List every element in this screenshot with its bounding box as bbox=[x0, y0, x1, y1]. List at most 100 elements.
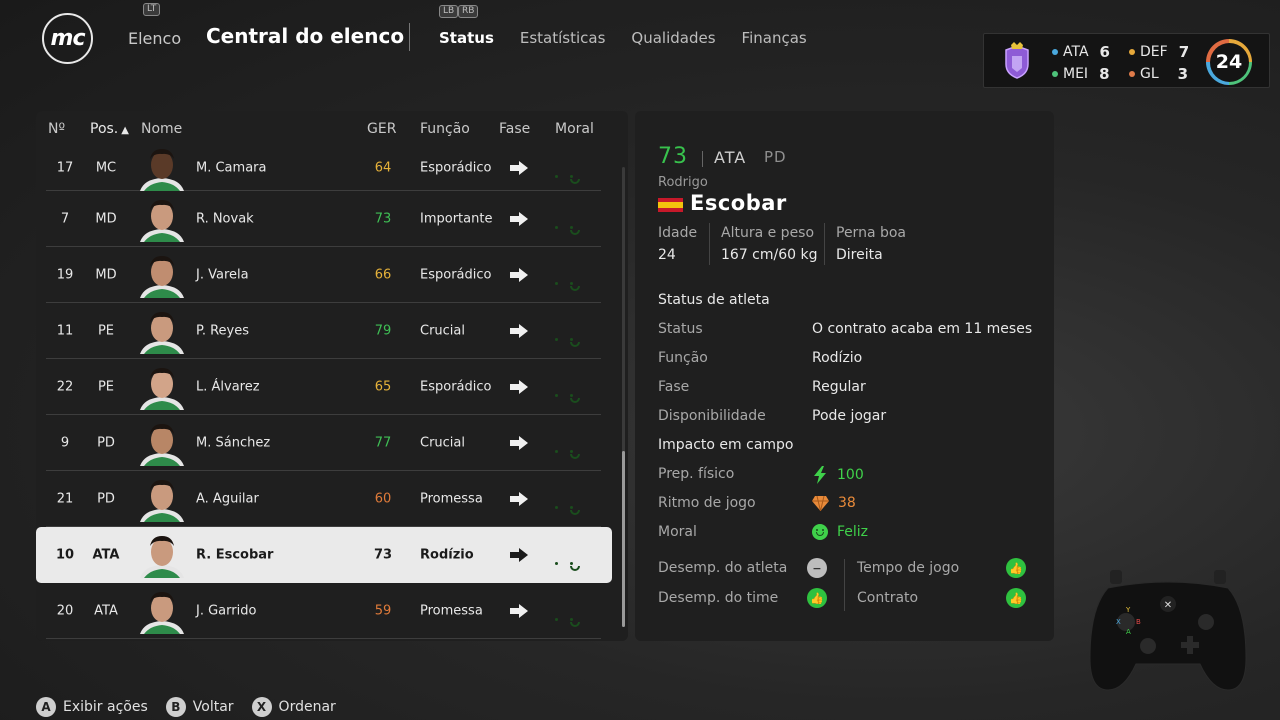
player-row[interactable]: 19 MD J. Varela 66 Esporádico bbox=[46, 247, 601, 303]
athlete-status-title: Status de atleta bbox=[658, 292, 770, 308]
playtime-label: Tempo de jogo bbox=[857, 560, 960, 576]
svg-text:✕: ✕ bbox=[1164, 600, 1172, 611]
player-name: L. Álvarez bbox=[196, 379, 260, 394]
form-label: Fase bbox=[658, 379, 690, 395]
player-position: ATA bbox=[94, 603, 118, 618]
player-position: ATA bbox=[92, 547, 120, 563]
player-face-icon bbox=[140, 311, 184, 354]
player-name: A. Aguilar bbox=[196, 491, 259, 506]
ata-dot-icon bbox=[1052, 49, 1058, 55]
list-scroll-thumb[interactable] bbox=[622, 451, 625, 627]
bio-divider bbox=[824, 223, 825, 265]
player-role: Esporádico bbox=[420, 160, 492, 175]
form-value: Regular bbox=[812, 379, 866, 395]
mei-dot-icon bbox=[1052, 71, 1058, 77]
player-position: MD bbox=[95, 211, 117, 226]
thumbs-up-icon: 👍 bbox=[1006, 588, 1026, 608]
tab-bar: Status Estatísticas Qualidades Finanças bbox=[439, 29, 807, 47]
player-name: J. Garrido bbox=[196, 603, 257, 618]
player-ovr: 73 bbox=[374, 211, 392, 226]
spain-flag-icon bbox=[658, 198, 683, 212]
action-exibir-acoes[interactable]: A Exibir ações bbox=[36, 697, 148, 717]
player-role: Promessa bbox=[420, 603, 483, 618]
morale-label: Moral bbox=[658, 524, 697, 540]
col-name[interactable]: Nome bbox=[141, 121, 182, 137]
fitness-label: Prep. físico bbox=[658, 466, 735, 482]
tab-status[interactable]: Status bbox=[439, 29, 494, 47]
arrow-right-icon bbox=[510, 435, 528, 450]
col-pos[interactable]: Pos. ▲ bbox=[90, 121, 129, 137]
morale-value: Feliz bbox=[837, 524, 869, 540]
age-label: Idade bbox=[658, 225, 698, 241]
player-role: Importante bbox=[420, 211, 493, 226]
col-funcao[interactable]: Função bbox=[420, 121, 470, 137]
hw-label: Altura e peso bbox=[721, 225, 815, 241]
player-number: 19 bbox=[56, 267, 74, 282]
col-fase[interactable]: Fase bbox=[499, 121, 530, 137]
mc-logo: mc bbox=[42, 13, 93, 64]
role-label: Função bbox=[658, 350, 708, 366]
player-name: M. Sánchez bbox=[196, 435, 271, 450]
sharpness-label: Ritmo de jogo bbox=[658, 495, 756, 511]
count-def-value: 7 bbox=[1178, 43, 1190, 61]
list-header: Nº Pos. ▲ Nome GER Função Fase Moral bbox=[36, 111, 628, 145]
b-button-icon: B bbox=[165, 697, 186, 717]
player-face-icon bbox=[140, 479, 184, 522]
bio-foot: Perna boa Direita bbox=[836, 225, 906, 263]
count-gl-label: GL bbox=[1140, 66, 1159, 82]
tab-qualidades[interactable]: Qualidades bbox=[631, 29, 715, 47]
player-ovr: 66 bbox=[374, 267, 392, 282]
action-label: Ordenar bbox=[278, 699, 336, 715]
tab-financas[interactable]: Finanças bbox=[742, 29, 807, 47]
perf-athlete-label: Desemp. do atleta bbox=[658, 560, 788, 576]
col-ger[interactable]: GER bbox=[367, 121, 396, 137]
player-role: Crucial bbox=[420, 435, 465, 450]
player-position: PD bbox=[97, 491, 115, 506]
player-role: Rodízio bbox=[420, 547, 474, 563]
player-row[interactable]: 17 MC M. Camara 64 Esporádico bbox=[46, 145, 601, 191]
fitness-value: 100 bbox=[837, 467, 864, 483]
xbox-controller-icon: ✕ Y X B A bbox=[1089, 570, 1247, 691]
thumbs-up-icon: 👍 bbox=[807, 588, 827, 608]
player-number: 21 bbox=[56, 491, 74, 506]
player-row[interactable]: 10 ATA R. Escobar 73 Rodízio bbox=[36, 527, 612, 583]
status-label: Status bbox=[658, 321, 703, 337]
arrow-right-icon bbox=[510, 603, 528, 618]
action-ordenar[interactable]: X Ordenar bbox=[251, 697, 336, 717]
player-ovr: 77 bbox=[374, 435, 392, 450]
arrow-right-icon bbox=[510, 160, 528, 175]
squad-total: 24 bbox=[1209, 42, 1249, 82]
player-row[interactable]: 22 PE L. Álvarez 65 Esporádico bbox=[46, 359, 601, 415]
player-row[interactable]: 20 ATA J. Garrido 59 Promessa bbox=[46, 583, 601, 639]
player-row[interactable]: 7 MD R. Novak 73 Importante bbox=[46, 191, 601, 247]
player-row[interactable]: 9 PD M. Sánchez 77 Crucial bbox=[46, 415, 601, 471]
sharpness-row: 38 bbox=[812, 495, 856, 511]
footer-actions: A Exibir ações B Voltar X Ordenar bbox=[36, 697, 344, 717]
impact-title: Impacto em campo bbox=[658, 437, 794, 453]
player-name: J. Varela bbox=[196, 267, 249, 282]
player-alt-position: PD bbox=[764, 148, 787, 166]
contract-label: Contrato bbox=[857, 590, 919, 606]
player-ovr: 73 bbox=[658, 144, 688, 169]
player-row[interactable]: 21 PD A. Aguilar 60 Promessa bbox=[46, 471, 601, 527]
a-button-icon: A bbox=[36, 697, 56, 717]
status-value: O contrato acaba em 11 meses bbox=[812, 321, 1033, 337]
col-moral[interactable]: Moral bbox=[555, 121, 594, 137]
col-pos-label: Pos. bbox=[90, 121, 119, 137]
player-face-icon bbox=[140, 255, 184, 298]
player-position: PE bbox=[97, 323, 115, 338]
player-face-icon bbox=[140, 423, 184, 466]
action-voltar[interactable]: B Voltar bbox=[165, 697, 234, 717]
nav-elenco[interactable]: Elenco bbox=[128, 29, 181, 48]
tab-estatisticas[interactable]: Estatísticas bbox=[520, 29, 606, 47]
happy-face-icon bbox=[812, 524, 828, 540]
player-position: MC bbox=[95, 160, 117, 175]
player-row[interactable]: 11 PE P. Reyes 79 Crucial bbox=[46, 303, 601, 359]
fitness-row: 100 bbox=[812, 466, 864, 484]
player-name: R. Escobar bbox=[196, 547, 274, 563]
count-gl: GL 3 bbox=[1129, 65, 1188, 83]
impact-divider bbox=[844, 559, 845, 611]
count-mei-label: MEI bbox=[1063, 66, 1089, 82]
col-num[interactable]: Nº bbox=[48, 121, 65, 137]
action-label: Exibir ações bbox=[63, 699, 148, 715]
